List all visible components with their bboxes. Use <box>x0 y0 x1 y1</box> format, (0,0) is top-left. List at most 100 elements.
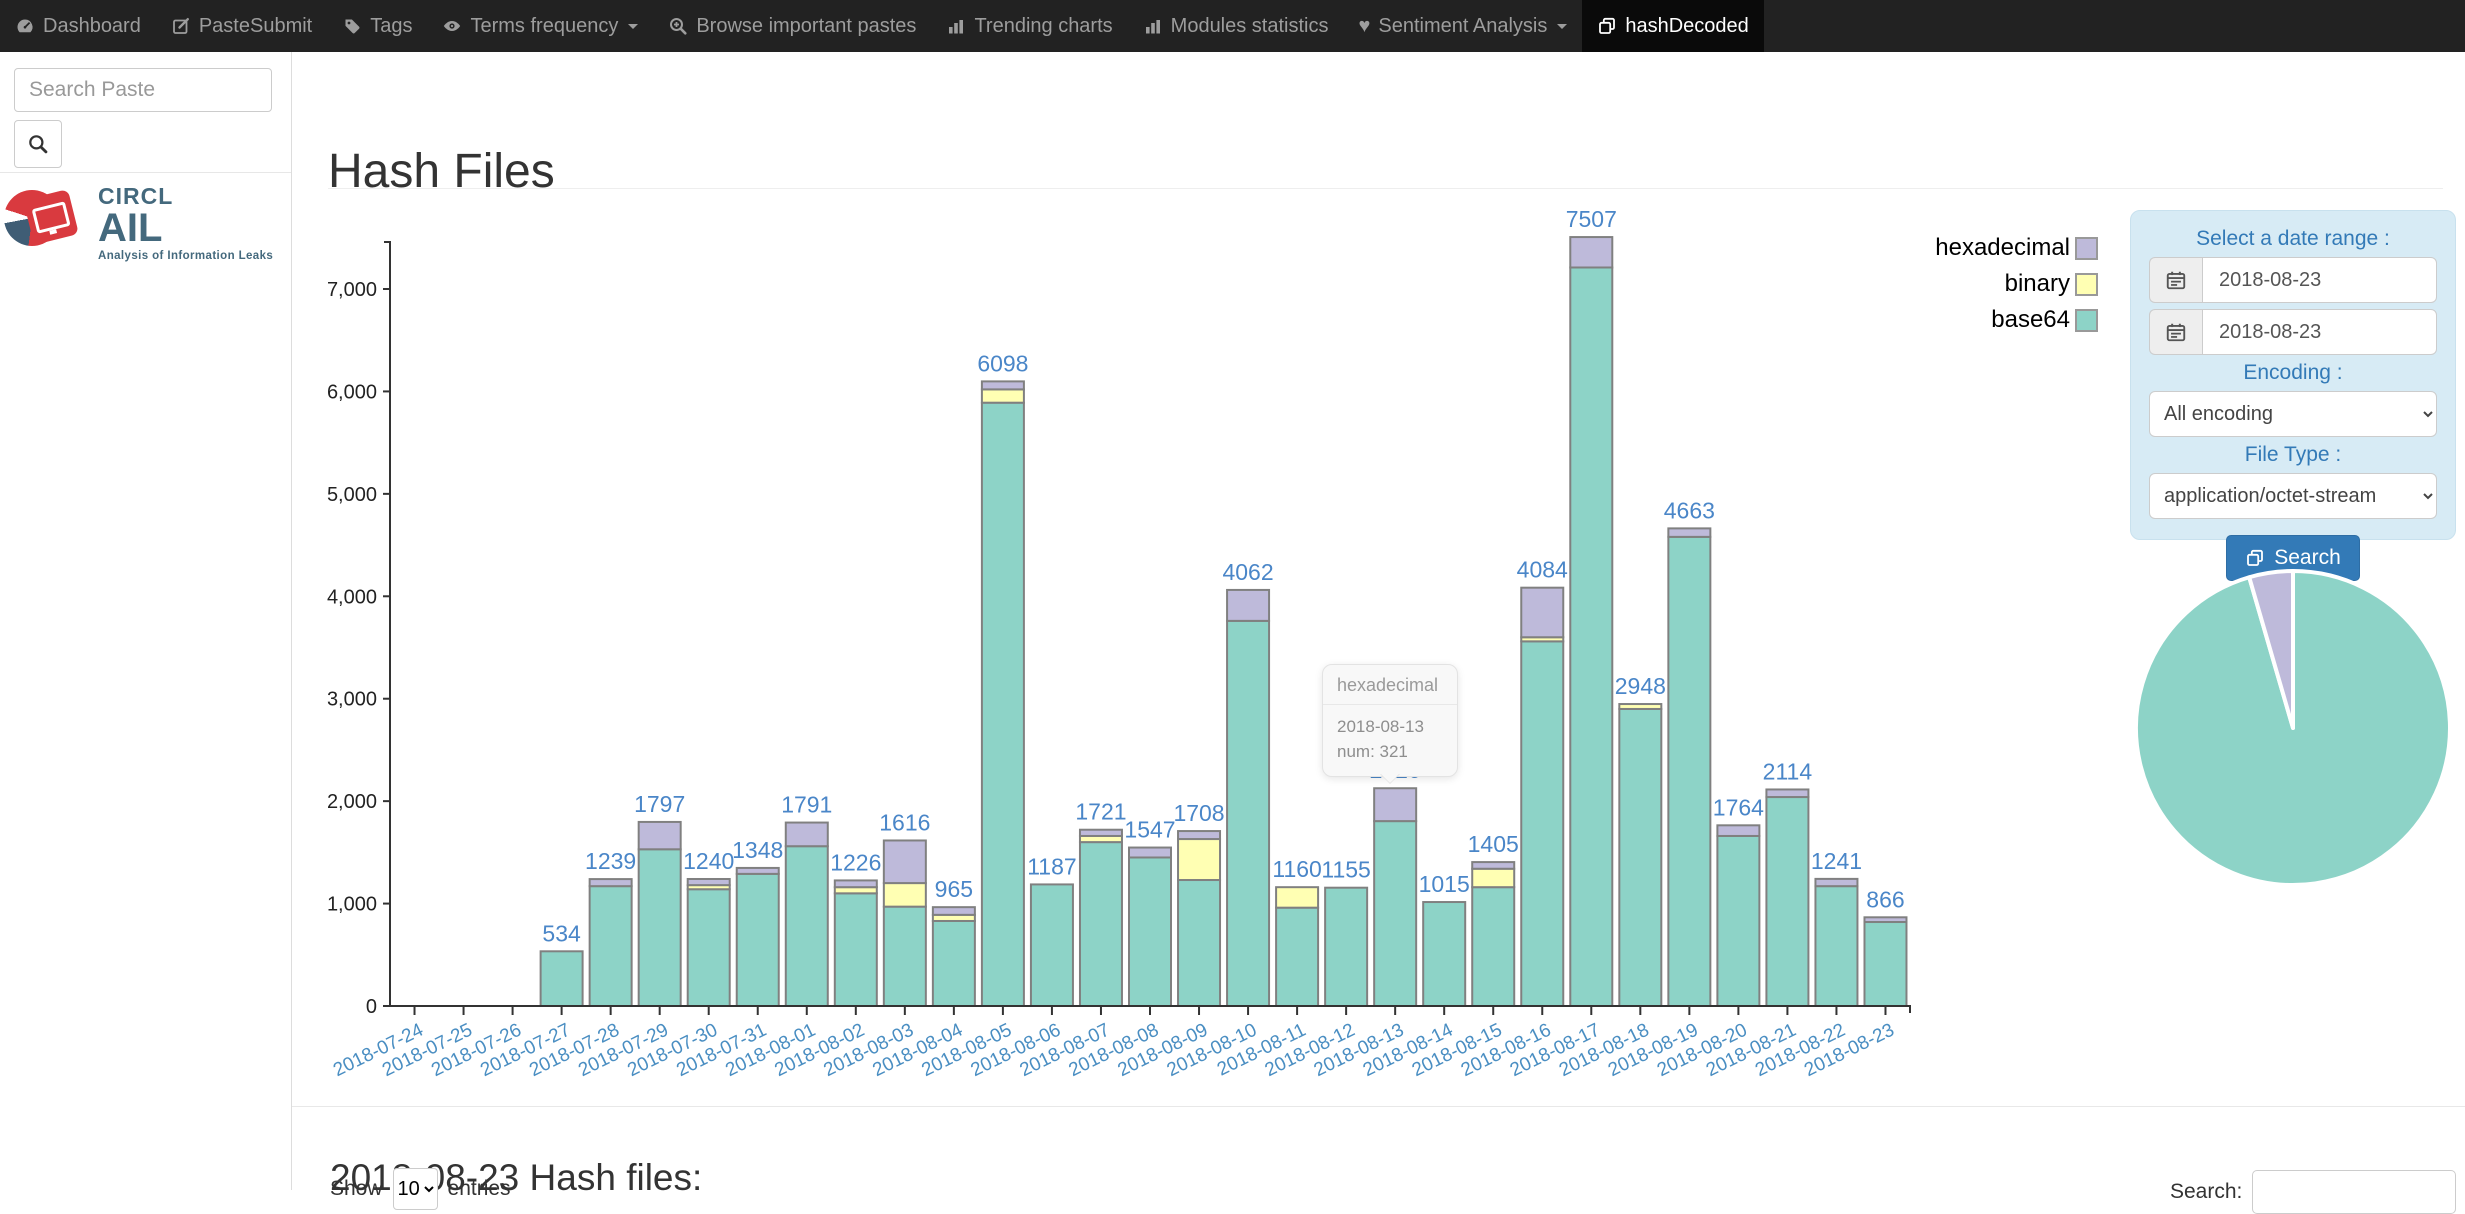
date-from-group <box>2149 257 2437 303</box>
legend-swatch-base64 <box>2075 309 2098 332</box>
svg-text:1241: 1241 <box>1811 848 1862 874</box>
svg-text:1226: 1226 <box>830 849 881 875</box>
legend-item-base64: base64 <box>1908 306 2098 334</box>
calendar-icon <box>2149 309 2202 355</box>
svg-text:0: 0 <box>366 996 377 1018</box>
svg-text:6,000: 6,000 <box>327 381 377 403</box>
svg-text:1240: 1240 <box>683 848 734 874</box>
left-sidebar: CIRCL AIL Analysis of Information Leaks <box>0 52 292 1190</box>
sidebar-divider <box>0 172 291 173</box>
chart-legend: hexadecimal binary base64 <box>1908 234 2098 334</box>
tag-icon <box>342 16 362 36</box>
svg-text:866: 866 <box>1866 886 1904 912</box>
logo-org: CIRCL <box>98 184 273 208</box>
calendar-icon <box>2149 257 2202 303</box>
svg-text:2114: 2114 <box>1763 758 1813 784</box>
entries-label: entries <box>448 1177 511 1201</box>
date-range-label: Select a date range : <box>2149 227 2437 251</box>
svg-text:4,000: 4,000 <box>327 586 377 608</box>
svg-text:4663: 4663 <box>1664 497 1715 523</box>
search-paste-input[interactable] <box>14 68 272 112</box>
table-search-input[interactable] <box>2252 1170 2456 1214</box>
nav-tags[interactable]: Tags <box>327 0 427 52</box>
svg-text:1239: 1239 <box>585 848 636 874</box>
logo-tagline: Analysis of Information Leaks <box>98 250 273 262</box>
nav-label: hashDecoded <box>1625 15 1748 38</box>
svg-text:6098: 6098 <box>977 350 1028 376</box>
paste-submit-icon <box>171 16 191 36</box>
svg-text:4062: 4062 <box>1222 559 1273 585</box>
section-divider <box>292 1106 2465 1107</box>
nav-label: Browse important pastes <box>696 15 916 38</box>
svg-text:2948: 2948 <box>1615 673 1666 699</box>
logo-app: AIL <box>98 208 273 248</box>
encoding-label: Encoding : <box>2149 361 2437 385</box>
nav-label: PasteSubmit <box>199 15 312 38</box>
tooltip-num: num: 321 <box>1337 740 1443 765</box>
legend-label: base64 <box>1991 306 2070 334</box>
entries-count-select[interactable]: 10 <box>393 1168 438 1210</box>
nav-sentiment-analysis[interactable]: ♥ Sentiment Analysis <box>1344 0 1583 52</box>
file-type-label: File Type : <box>2149 443 2437 467</box>
show-entries-control: Show 10 entries <box>330 1168 511 1210</box>
svg-text:1791: 1791 <box>781 792 832 818</box>
nav-terms-frequency[interactable]: Terms frequency <box>427 0 653 52</box>
svg-text:1160: 1160 <box>1272 856 1321 882</box>
svg-text:534: 534 <box>542 920 581 946</box>
chevron-down-icon <box>628 24 638 29</box>
nav-label: Modules statistics <box>1171 15 1329 38</box>
chevron-down-icon <box>1557 24 1567 29</box>
legend-swatch-binary <box>2075 273 2098 296</box>
page-title: Hash Files <box>328 144 555 199</box>
svg-text:1797: 1797 <box>634 791 685 817</box>
nav-pastesubmit[interactable]: PasteSubmit <box>156 0 327 52</box>
legend-item-hexadecimal: hexadecimal <box>1908 234 2098 262</box>
nav-trending-charts[interactable]: Trending charts <box>931 0 1127 52</box>
date-from-input[interactable] <box>2202 257 2437 303</box>
nav-label: Dashboard <box>43 15 141 38</box>
legend-item-binary: binary <box>1908 270 2098 298</box>
nav-label: Sentiment Analysis <box>1378 15 1547 38</box>
encoding-pie-chart <box>2128 563 2458 898</box>
table-search-label: Search: <box>2170 1180 2242 1204</box>
svg-text:2,000: 2,000 <box>327 791 377 813</box>
svg-text:7,000: 7,000 <box>327 279 377 301</box>
eye-icon <box>442 16 462 36</box>
nav-hashdecoded[interactable]: hashDecoded <box>1582 0 1763 52</box>
search-plus-icon <box>668 16 688 36</box>
tooltip-date: 2018-08-13 <box>1337 715 1443 740</box>
nav-modules-statistics[interactable]: Modules statistics <box>1128 0 1344 52</box>
svg-text:1348: 1348 <box>732 837 783 863</box>
svg-text:1015: 1015 <box>1419 871 1470 897</box>
svg-text:5,000: 5,000 <box>327 484 377 506</box>
legend-swatch-hexadecimal <box>2075 237 2098 260</box>
circl-ail-logo: CIRCL AIL Analysis of Information Leaks <box>4 182 273 262</box>
search-paste-button[interactable] <box>14 120 62 168</box>
nav-dashboard[interactable]: Dashboard <box>0 0 156 52</box>
svg-text:1708: 1708 <box>1173 800 1224 826</box>
date-to-input[interactable] <box>2202 309 2437 355</box>
ail-logo-icon <box>4 182 92 254</box>
svg-text:4084: 4084 <box>1517 557 1568 583</box>
legend-label: binary <box>2005 270 2070 298</box>
svg-text:7507: 7507 <box>1566 206 1617 232</box>
nav-label: Trending charts <box>974 15 1112 38</box>
search-icon <box>27 133 49 155</box>
dashboard-icon <box>15 16 35 36</box>
bar-chart-icon <box>1143 16 1163 36</box>
filter-panel: Select a date range : Encoding : All enc… <box>2130 210 2456 540</box>
svg-text:1721: 1721 <box>1075 799 1126 825</box>
hash-files-bar-chart: 01,0002,0003,0004,0005,0006,0007,0002018… <box>330 222 1910 1082</box>
file-type-select[interactable]: application/octet-stream <box>2149 473 2437 519</box>
encoding-select[interactable]: All encoding <box>2149 391 2437 437</box>
bar-chart-icon <box>946 16 966 36</box>
svg-text:1405: 1405 <box>1468 831 1519 857</box>
svg-text:1764: 1764 <box>1713 794 1764 820</box>
nav-label: Terms frequency <box>470 15 618 38</box>
svg-text:1,000: 1,000 <box>327 894 377 916</box>
svg-text:1187: 1187 <box>1027 853 1076 879</box>
tooltip-title: hexadecimal <box>1323 665 1457 705</box>
nav-browse-important-pastes[interactable]: Browse important pastes <box>653 0 931 52</box>
table-search-control: Search: <box>2170 1170 2456 1214</box>
chart-tooltip: hexadecimal 2018-08-13 num: 321 <box>1322 664 1458 777</box>
